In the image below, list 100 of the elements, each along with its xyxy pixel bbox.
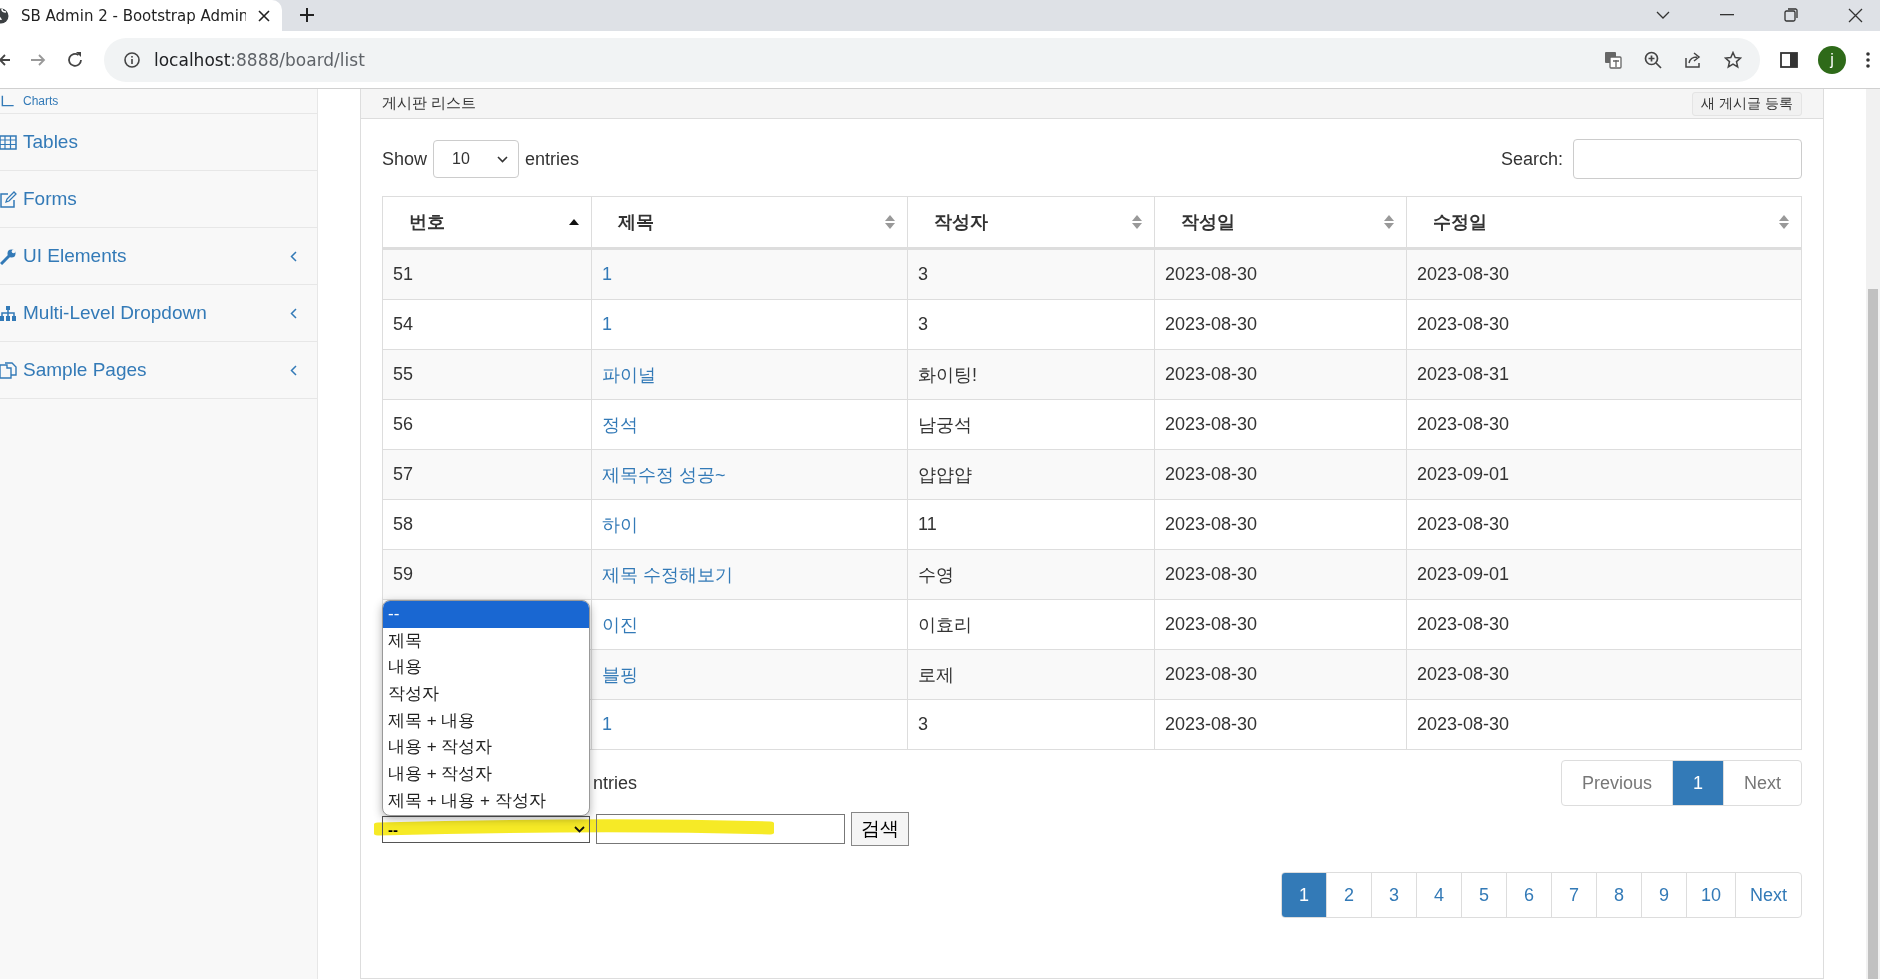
forward-icon[interactable] [30, 51, 46, 68]
dropdown-option[interactable]: 내용 + 작성자 [383, 734, 589, 762]
chevron-down-icon[interactable] [1656, 11, 1670, 19]
dropdown-option[interactable]: 제목 + 내용 + 작성자 [383, 787, 589, 815]
number-cell: 51 [382, 248, 592, 300]
pagination-button[interactable]: 1 [1671, 761, 1723, 805]
restore-icon[interactable] [1784, 8, 1798, 22]
writer-cell: 11 [907, 499, 1155, 550]
title-link[interactable]: 제목수정 성공~ [602, 464, 726, 485]
page-link[interactable]: 8 [1595, 873, 1641, 917]
number-cell: 55 [382, 349, 592, 400]
avatar[interactable]: j [1818, 45, 1846, 74]
writer-cell: 화이팅! [907, 349, 1155, 400]
reload-icon[interactable] [66, 50, 84, 69]
page-link[interactable]: 7 [1550, 873, 1596, 917]
title-link[interactable]: 파이널 [602, 364, 656, 385]
table-info-text: ntries [593, 772, 637, 794]
search-type-select[interactable]: -- [382, 815, 590, 843]
title-link[interactable]: 제목 수정해보기 [602, 564, 733, 585]
new-post-button[interactable]: 새 게시글 등록 [1692, 91, 1802, 116]
number-cell: 57 [382, 449, 592, 500]
more-icon[interactable] [1866, 51, 1870, 68]
page-link[interactable]: Next [1735, 873, 1801, 917]
close-icon[interactable] [1848, 7, 1863, 23]
date-cell: 2023-08-30 [1406, 299, 1802, 350]
writer-cell: 얍얍얍 [907, 449, 1155, 500]
chevron-down-icon [497, 155, 509, 163]
date-cell: 2023-08-30 [1154, 499, 1407, 550]
title-link[interactable]: 1 [602, 264, 612, 284]
sidebar-item[interactable]: Charts [0, 89, 317, 114]
title-link[interactable]: 이진 [602, 614, 638, 635]
date-cell: 2023-08-30 [1154, 299, 1407, 350]
close-icon[interactable] [258, 9, 270, 22]
sidebar-item[interactable]: Tables [0, 114, 317, 171]
number-cell: 58 [382, 499, 592, 550]
title-link[interactable]: 1 [602, 314, 612, 334]
zoom-in-icon[interactable] [1644, 50, 1662, 69]
date-cell: 2023-08-30 [1406, 248, 1802, 300]
page-link[interactable]: 1 [1281, 873, 1326, 917]
date-cell: 2023-08-30 [1406, 649, 1802, 700]
table-icon [0, 133, 17, 151]
share-icon[interactable] [1684, 50, 1702, 69]
number-cell: 54 [382, 299, 592, 350]
date-cell: 2023-08-30 [1154, 248, 1407, 300]
sidebar-item[interactable]: Multi-Level Dropdown [0, 285, 317, 342]
date-cell: 2023-08-30 [1154, 599, 1407, 650]
title-link[interactable]: 1 [602, 714, 612, 734]
date-cell: 2023-09-01 [1406, 449, 1802, 500]
page-link[interactable]: 3 [1370, 873, 1416, 917]
writer-cell: 로제 [907, 649, 1155, 700]
chevron-left-icon [290, 307, 297, 319]
chevron-down-icon [574, 825, 585, 833]
page-link[interactable]: 2 [1325, 873, 1371, 917]
title-link[interactable]: 블핑 [602, 664, 638, 685]
star-icon[interactable] [1724, 50, 1742, 69]
date-cell: 2023-08-30 [1154, 649, 1407, 700]
date-cell: 2023-08-31 [1406, 349, 1802, 400]
show-label: Show [382, 148, 428, 170]
back-icon[interactable] [0, 51, 10, 68]
date-cell: 2023-08-30 [1154, 699, 1407, 750]
dropdown-option[interactable]: 내용 + 작성자 [383, 761, 589, 788]
sidebar-item[interactable]: Sample Pages [0, 342, 317, 399]
page-link[interactable]: 6 [1505, 873, 1551, 917]
sitemap-icon [0, 304, 17, 322]
keyword-field[interactable] [596, 814, 845, 844]
sidebar-item[interactable]: Forms [0, 171, 317, 228]
scrollbar[interactable] [1866, 89, 1880, 979]
address-bar[interactable]: localhost:8888/board/list [104, 37, 1760, 82]
side-panel-icon[interactable] [1780, 51, 1798, 68]
number-cell: 56 [382, 399, 592, 450]
title-link[interactable]: 정석 [602, 414, 638, 435]
writer-cell: 수영 [907, 549, 1155, 600]
page-length-select[interactable]: 10 [433, 140, 520, 178]
date-cell: 2023-08-30 [1154, 549, 1407, 600]
search-field[interactable] [1573, 139, 1802, 179]
writer-cell: 이효리 [907, 599, 1155, 650]
date-cell: 2023-08-30 [1154, 399, 1407, 450]
sidebar-item[interactable]: UI Elements [0, 228, 317, 285]
files-icon [0, 361, 17, 379]
page-link[interactable]: 10 [1685, 873, 1735, 917]
page-link[interactable]: 4 [1415, 873, 1461, 917]
number-cell: 59 [382, 549, 592, 600]
new-tab-icon[interactable] [299, 7, 315, 23]
panel-title: 게시판 리스트 [382, 94, 477, 113]
translate-icon[interactable] [1604, 50, 1622, 69]
chevron-left-icon [290, 364, 297, 376]
dropdown-option[interactable]: 작성자 [383, 681, 589, 708]
dropdown-option[interactable]: 제목 [383, 627, 589, 655]
writer-cell: 3 [907, 248, 1155, 300]
entries-label: entries [525, 148, 580, 170]
date-cell: 2023-09-01 [1406, 549, 1802, 600]
date-cell: 2023-08-30 [1154, 349, 1407, 400]
chevron-left-icon [290, 250, 297, 262]
search-button[interactable]: 검색 [851, 812, 909, 846]
dropdown-option[interactable]: -- [383, 601, 589, 628]
page-link[interactable]: 9 [1640, 873, 1686, 917]
minimize-icon[interactable] [1720, 14, 1734, 16]
title-link[interactable]: 하이 [602, 514, 638, 535]
page-link[interactable]: 5 [1460, 873, 1506, 917]
date-cell: 2023-08-30 [1154, 449, 1407, 500]
